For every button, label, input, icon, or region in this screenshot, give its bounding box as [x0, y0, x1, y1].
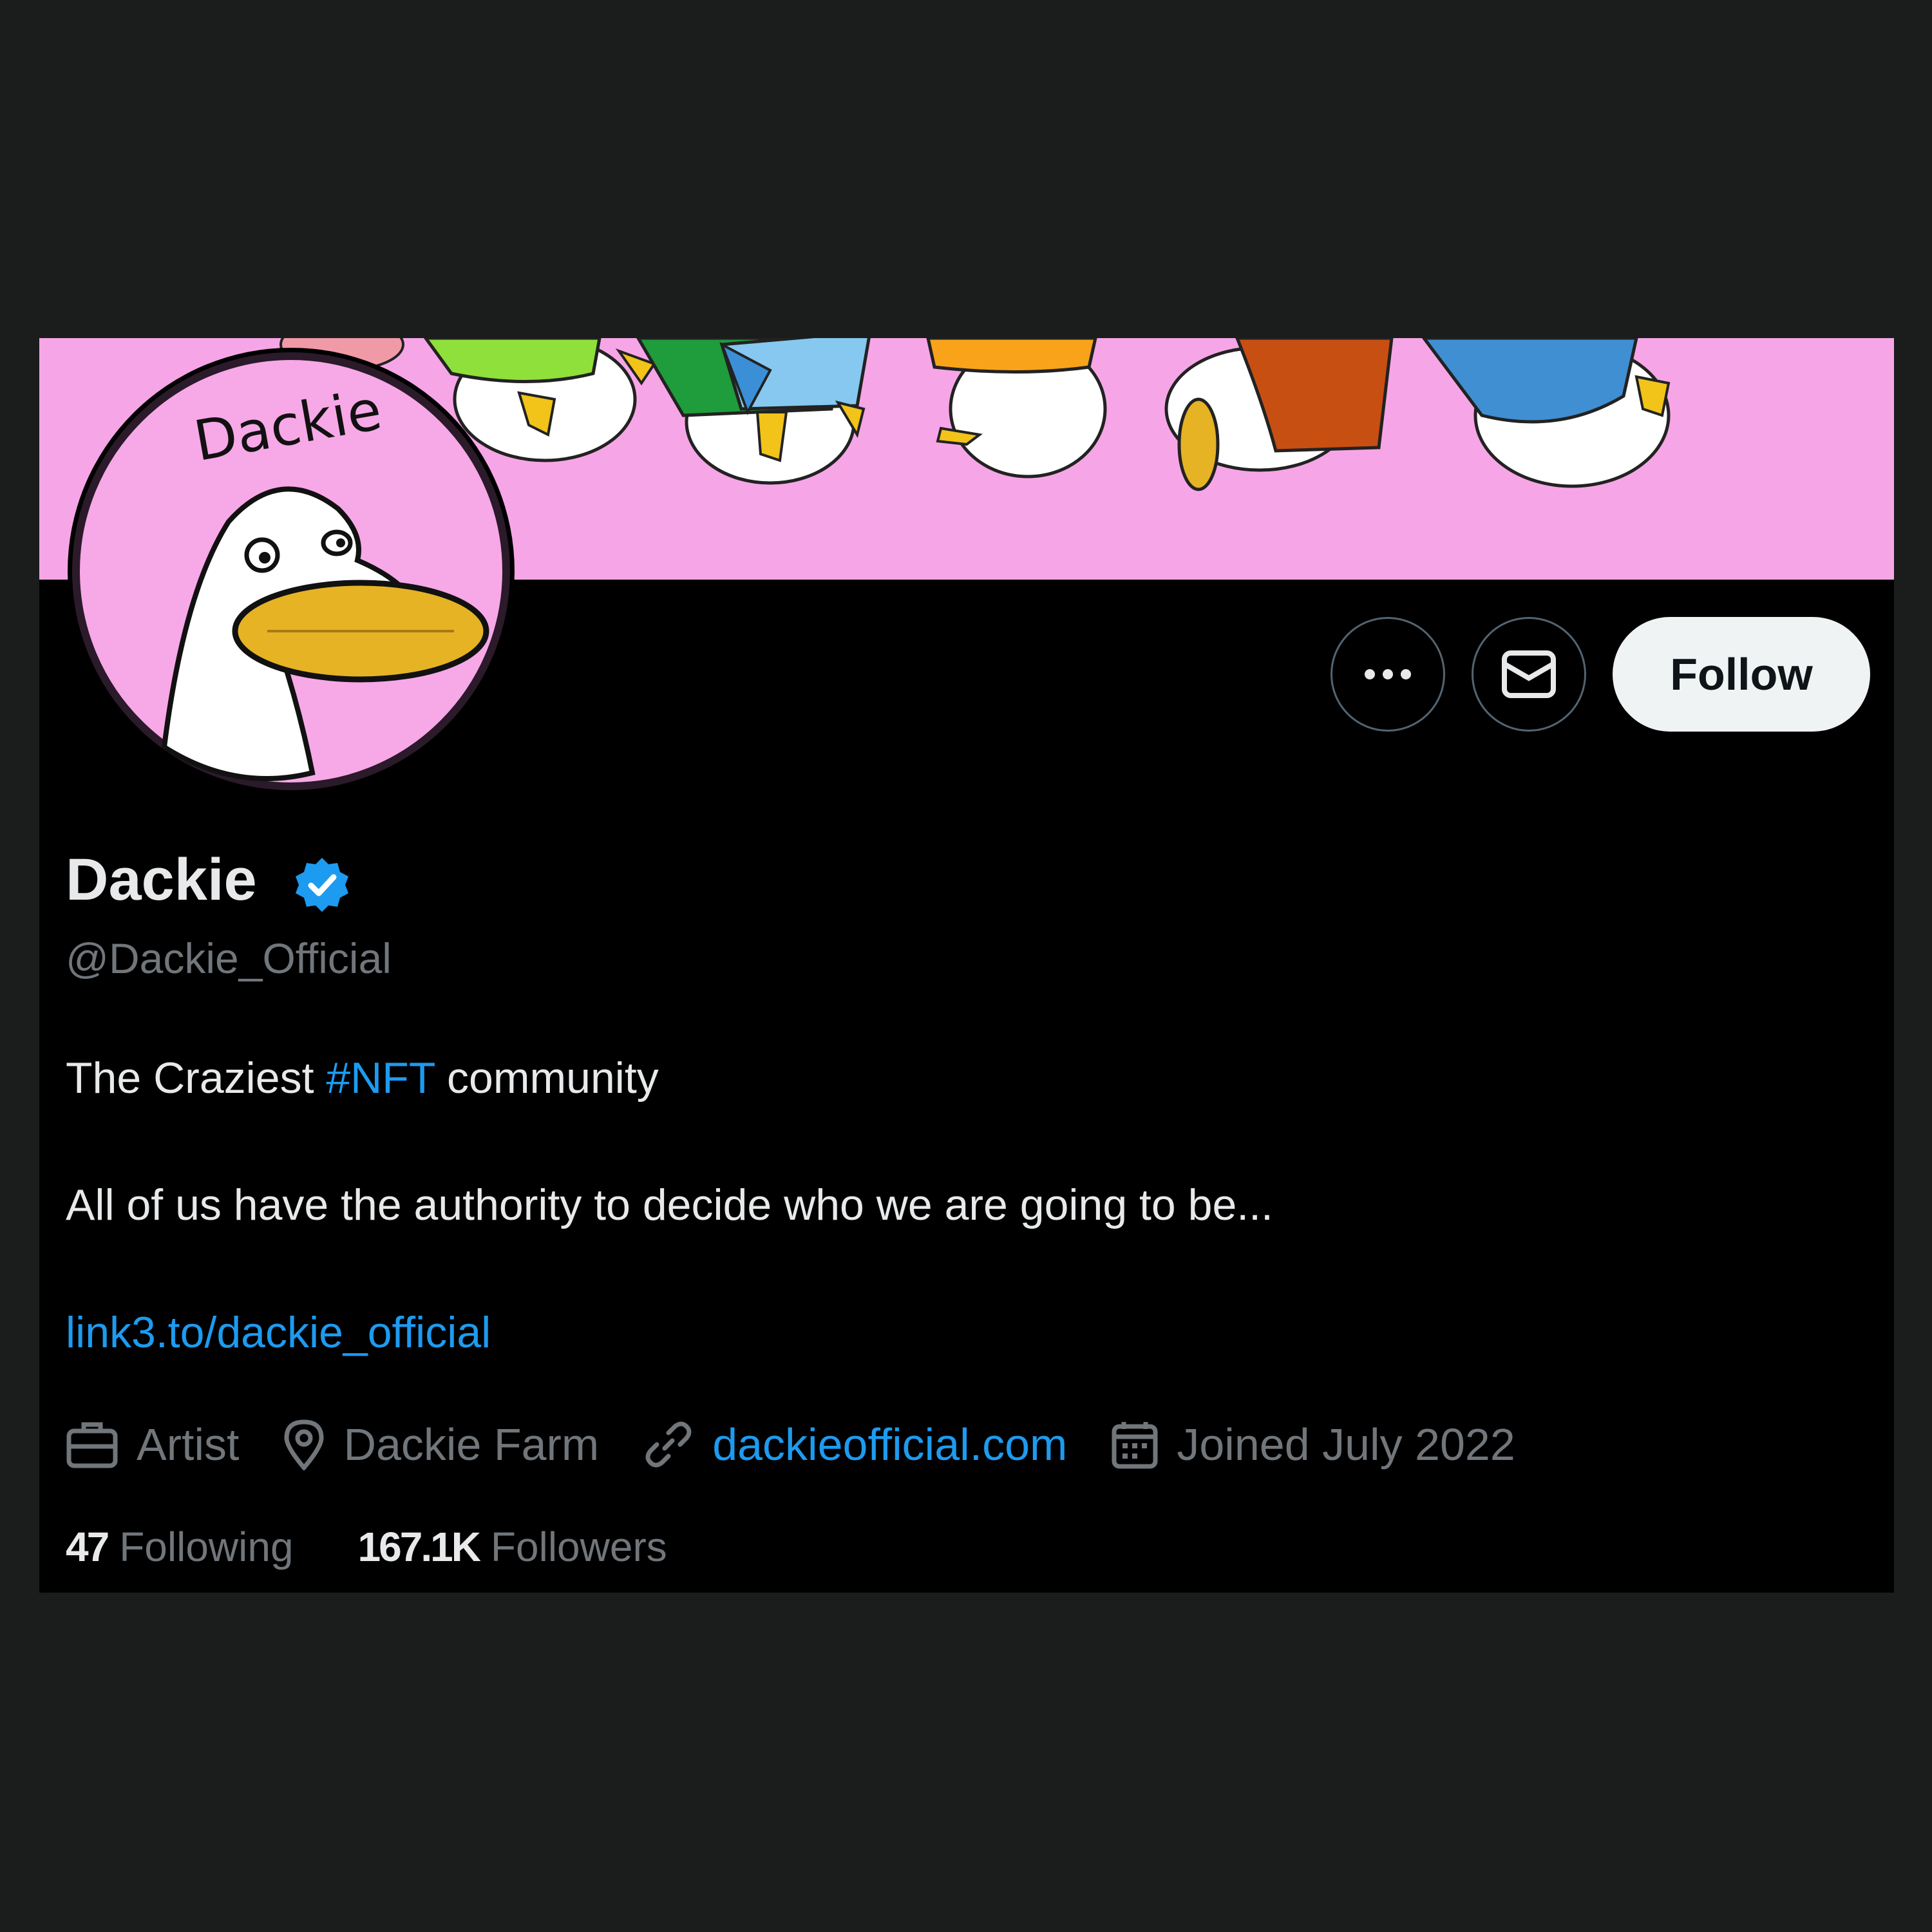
more-icon: [1365, 669, 1411, 679]
following-label: Following: [119, 1524, 294, 1570]
follow-button[interactable]: Follow: [1613, 617, 1870, 732]
category-label: Artist: [137, 1419, 240, 1470]
following-count: 47: [66, 1524, 109, 1570]
calendar-icon: [1112, 1422, 1158, 1469]
meta-category: Artist: [66, 1419, 239, 1470]
meta-website[interactable]: dackieofficial.com: [643, 1419, 1067, 1470]
meta-location: Dackie Farm: [283, 1419, 599, 1470]
avatar[interactable]: Dackie: [68, 348, 515, 795]
following-stat[interactable]: 47 Following: [66, 1523, 294, 1571]
display-name: Dackie: [66, 847, 257, 913]
website-link[interactable]: dackieofficial.com: [712, 1419, 1067, 1470]
bio-line-1: The Craziest #NFT community: [66, 1056, 659, 1100]
location-pin-icon: [284, 1419, 324, 1470]
bio-text-before: The Craziest: [66, 1054, 327, 1103]
briefcase-icon: [66, 1422, 118, 1468]
followers-label: Followers: [490, 1524, 667, 1570]
location-label: Dackie Farm: [343, 1419, 600, 1470]
message-button[interactable]: [1472, 617, 1586, 732]
hashtag-link[interactable]: #NFT: [326, 1054, 435, 1103]
follow-stats: 47 Following 167.1K Followers: [66, 1523, 732, 1571]
bio-text-after: community: [435, 1054, 659, 1103]
profile-meta: Artist Dackie Farm dackieofficial.com Jo…: [66, 1412, 1559, 1477]
link-icon: [645, 1421, 692, 1468]
profile-card: Dackie Follow Dackie @Dackie_Official Th…: [39, 338, 1894, 1593]
followers-stat[interactable]: 167.1K Followers: [358, 1523, 667, 1571]
bio-link[interactable]: link3.to/dackie_official: [66, 1311, 491, 1354]
more-button[interactable]: [1331, 617, 1445, 732]
bio-line-2: All of us have the authority to decide w…: [66, 1180, 1273, 1229]
profile-handle: @Dackie_Official: [66, 934, 392, 982]
followers-count: 167.1K: [357, 1524, 481, 1570]
envelope-icon: [1502, 650, 1556, 698]
joined-label: Joined July 2022: [1177, 1419, 1515, 1470]
verified-badge-icon[interactable]: [294, 857, 350, 913]
meta-joined: Joined July 2022: [1111, 1419, 1515, 1470]
